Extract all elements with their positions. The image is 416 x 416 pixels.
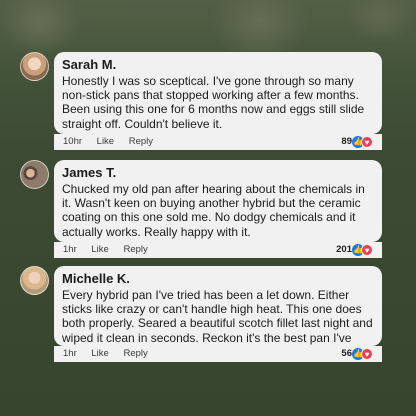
comment-time: 10hr bbox=[63, 136, 83, 147]
heart-icon: ♥ bbox=[361, 244, 373, 256]
reply-link[interactable]: Reply bbox=[123, 346, 147, 362]
comment-bubble: Michelle K. Every hybrid pan I've tried … bbox=[54, 266, 382, 359]
commenter-name[interactable]: Sarah M. bbox=[62, 57, 374, 73]
comment-actions: 1hr Like Reply 201 👍 ♥ bbox=[54, 242, 382, 258]
reaction-count[interactable]: 201 bbox=[336, 242, 352, 258]
comment-bubble: Sarah M. Honestly I was so sceptical. I'… bbox=[54, 52, 382, 134]
comment-actions: 1hr Like Reply 56 👍 ♥ bbox=[54, 346, 382, 362]
heart-icon: ♥ bbox=[361, 348, 373, 360]
comment-time: 1hr bbox=[63, 244, 77, 255]
like-link[interactable]: Like bbox=[91, 346, 108, 362]
reply-link[interactable]: Reply bbox=[129, 134, 153, 150]
comment-text: Honestly I was so sceptical. I've gone t… bbox=[62, 74, 365, 131]
avatar[interactable] bbox=[20, 52, 49, 81]
comment-time: 1hr bbox=[63, 348, 77, 359]
reply-link[interactable]: Reply bbox=[123, 242, 147, 258]
heart-icon: ♥ bbox=[361, 136, 373, 148]
avatar[interactable] bbox=[20, 266, 49, 295]
comment-actions: 10hr Like Reply 89 👍 ♥ bbox=[54, 134, 382, 150]
reactions[interactable]: 👍 ♥ bbox=[352, 348, 374, 360]
comment-text: Chucked my old pan after hearing about t… bbox=[62, 182, 365, 239]
avatar[interactable] bbox=[20, 160, 49, 189]
comment-bubble: James T. Chucked my old pan after hearin… bbox=[54, 160, 382, 242]
like-link[interactable]: Like bbox=[91, 242, 108, 258]
reaction-count[interactable]: 56 bbox=[341, 346, 352, 362]
reaction-count[interactable]: 89 bbox=[341, 134, 352, 150]
commenter-name[interactable]: Michelle K. bbox=[62, 271, 374, 287]
commenter-name[interactable]: James T. bbox=[62, 165, 374, 181]
reactions[interactable]: 👍 ♥ bbox=[352, 136, 374, 148]
reactions[interactable]: 👍 ♥ bbox=[352, 244, 374, 256]
like-link[interactable]: Like bbox=[97, 134, 114, 150]
